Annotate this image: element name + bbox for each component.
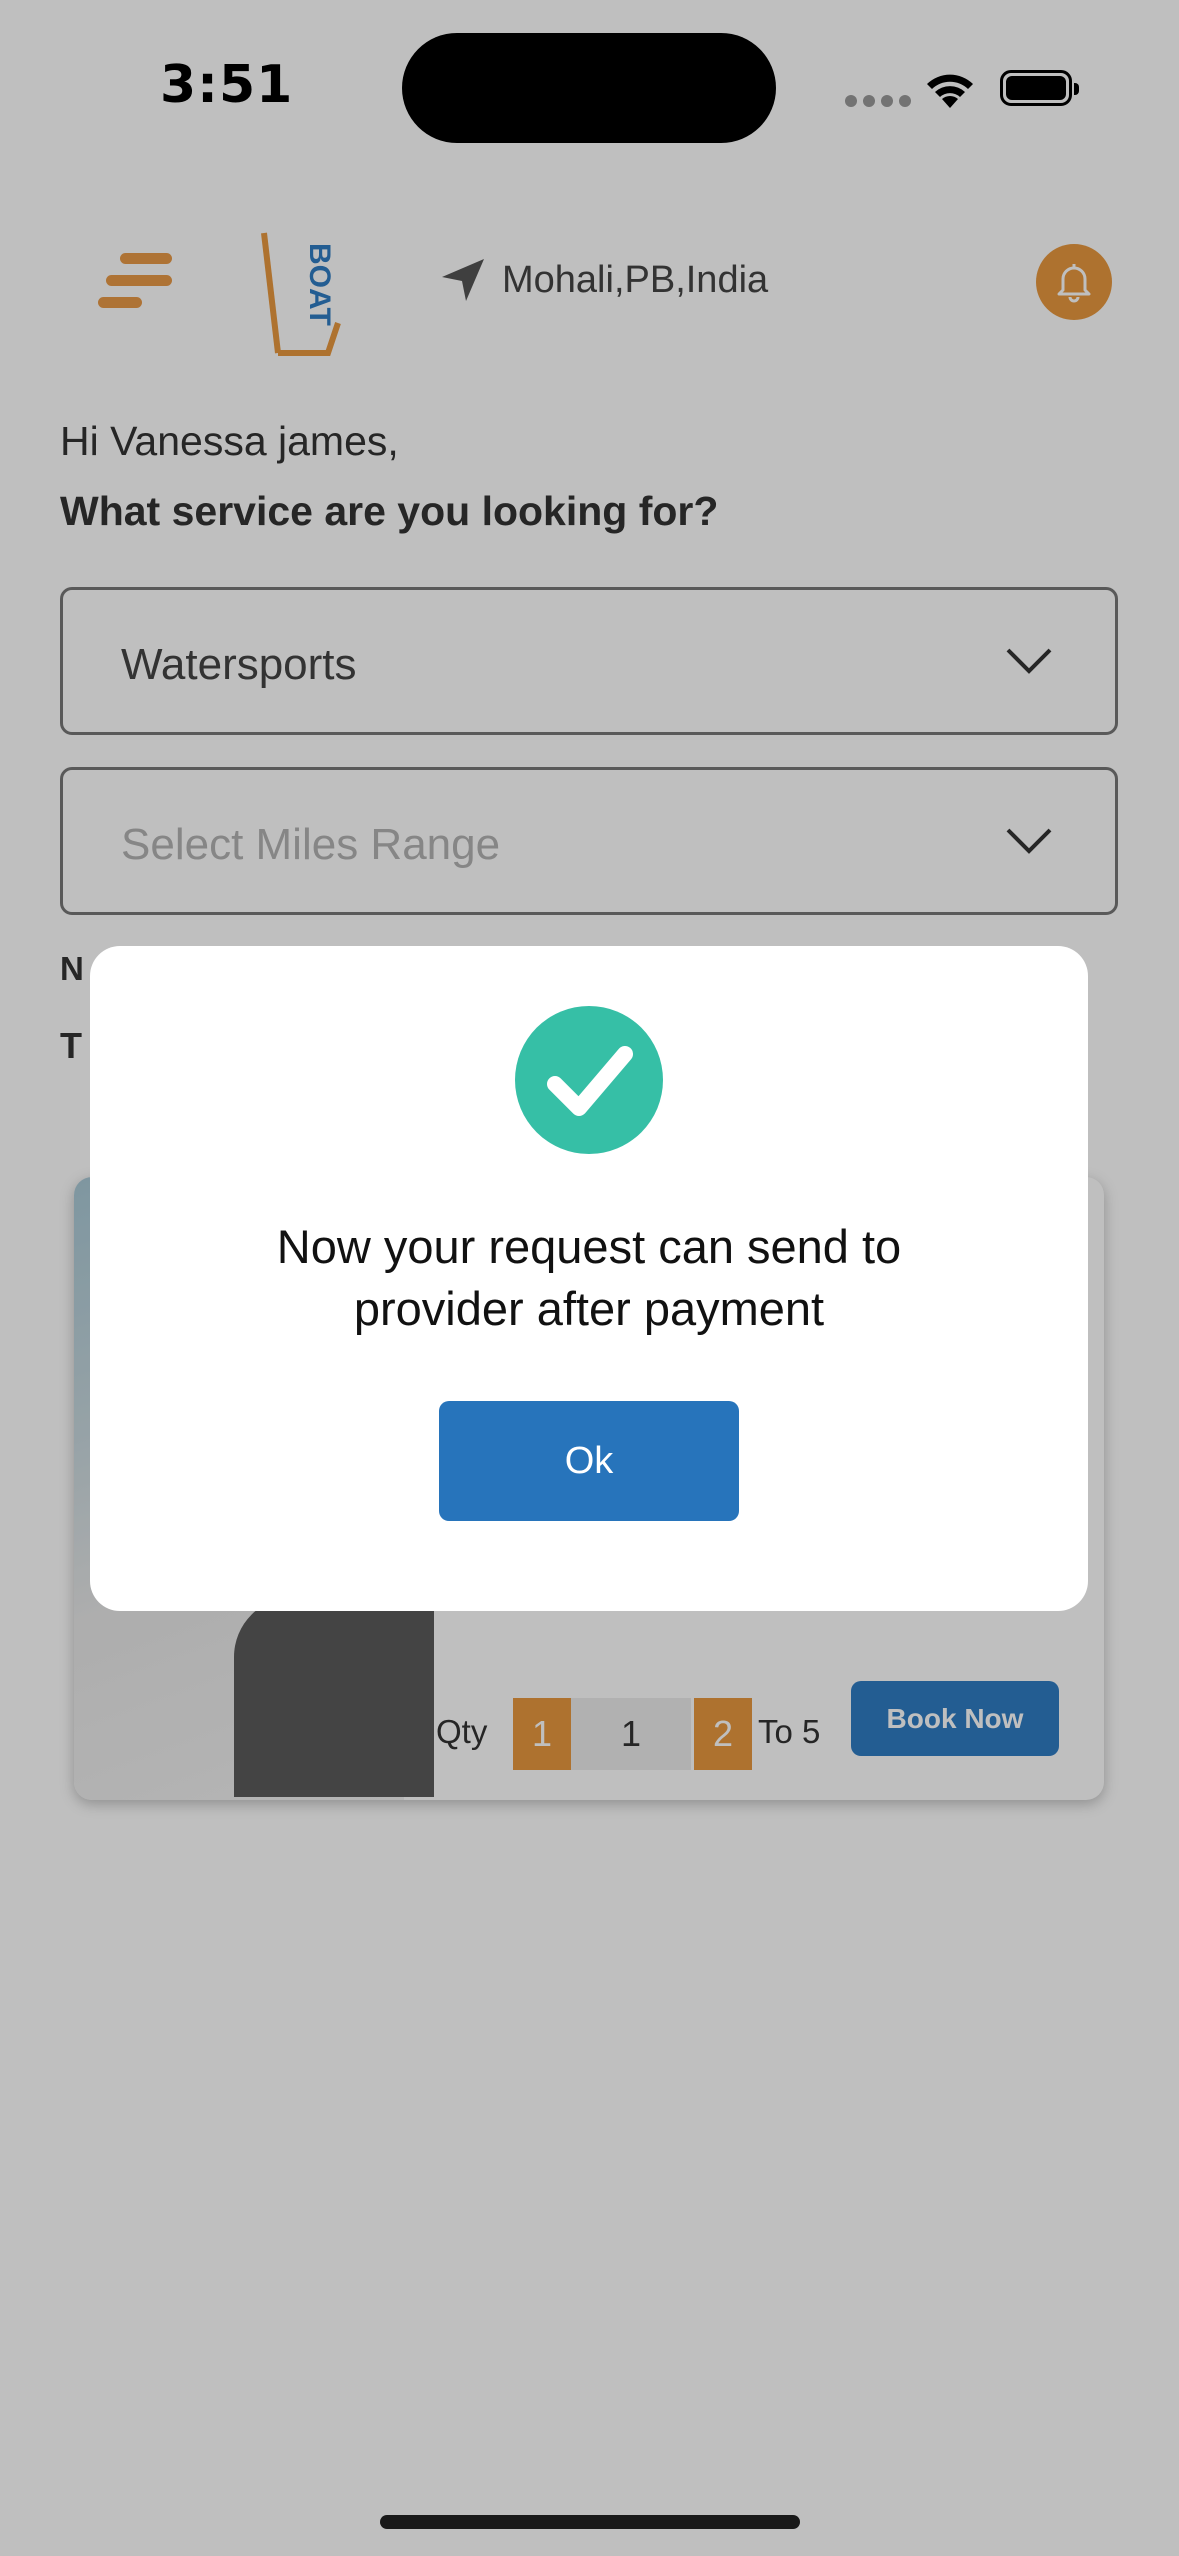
- dialog-message: Now your request can send to provider af…: [90, 1216, 1088, 1340]
- success-dialog: Now your request can send to provider af…: [90, 946, 1088, 1611]
- dialog-message-line2: provider after payment: [353, 1282, 825, 1335]
- dialog-message-line1: Now your request can send to: [276, 1220, 902, 1273]
- ok-button[interactable]: Ok: [439, 1401, 739, 1521]
- checkmark-icon: [515, 1006, 663, 1154]
